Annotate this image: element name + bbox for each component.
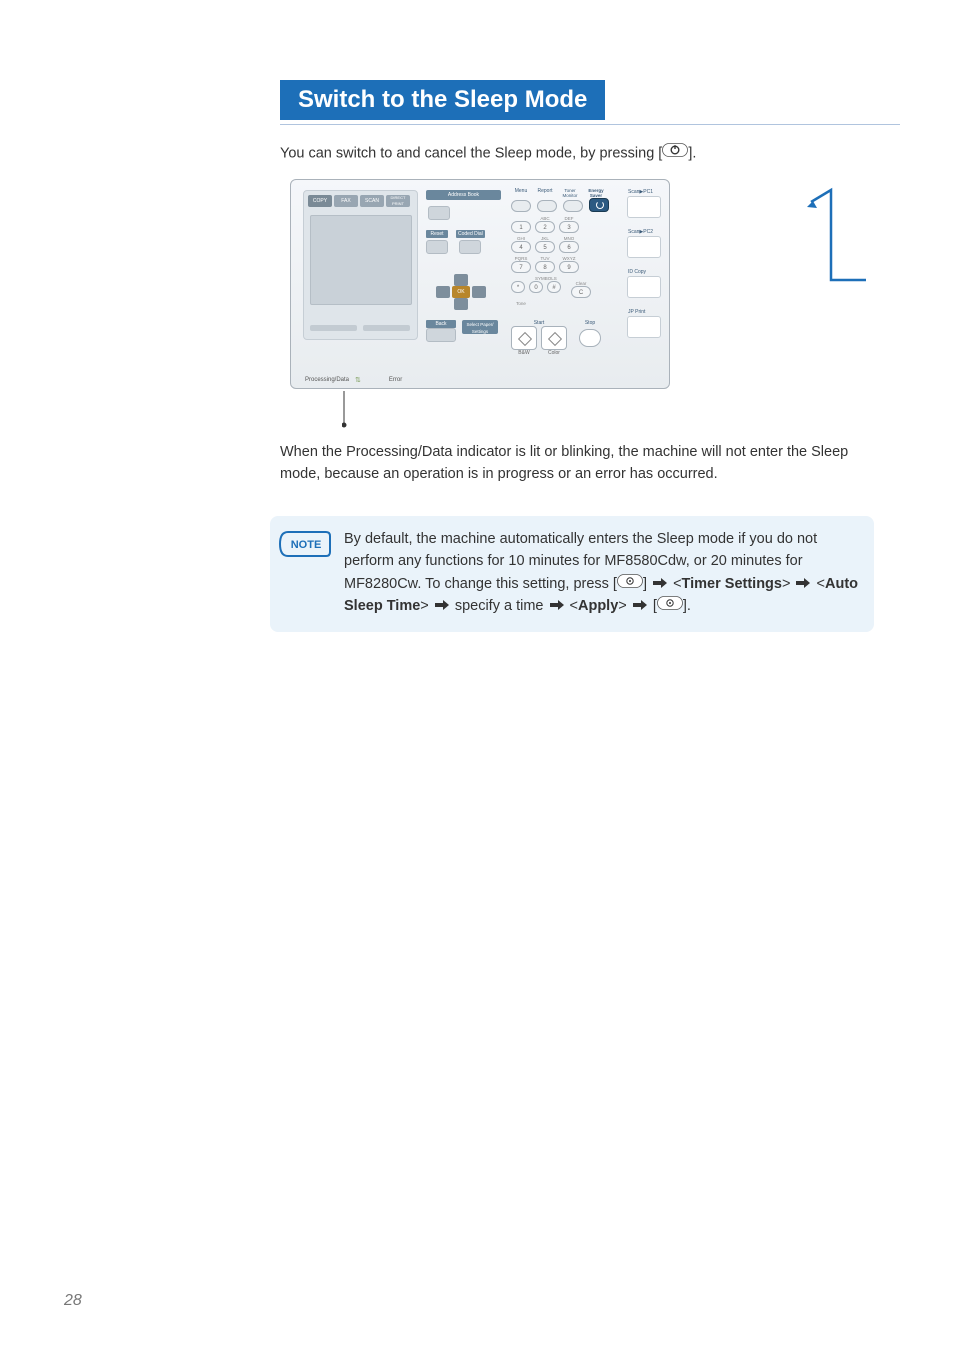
energy-saver-button xyxy=(589,198,609,212)
nav-ok: OK xyxy=(452,286,470,298)
heading-text: Switch to the Sleep Mode xyxy=(280,80,605,120)
angle-open: < xyxy=(570,598,578,614)
report-label: Report xyxy=(535,188,555,198)
coded-dial-label: Coded Dial xyxy=(456,230,485,238)
nav-down xyxy=(454,298,468,310)
panel-tab-scan: SCAN xyxy=(360,195,384,207)
report-button xyxy=(537,200,557,212)
clear-button: C xyxy=(571,286,591,298)
apply: Apply xyxy=(578,598,618,614)
note-badge: NOTE xyxy=(278,530,328,558)
angle-open: < xyxy=(817,576,825,592)
page-number: 28 xyxy=(64,1292,82,1310)
panel-tab-fax: FAX xyxy=(334,195,358,207)
panel-tab-copy: COPY xyxy=(308,195,332,207)
nav-up xyxy=(454,274,468,286)
toner-label: Toner Monitor xyxy=(559,188,581,198)
panel-tab-direct: DIRECT PRINT xyxy=(386,195,410,207)
arrow-icon xyxy=(653,573,667,595)
error-label: Error xyxy=(389,377,402,383)
note-text: By default, the machine automatically en… xyxy=(344,528,858,618)
energy-label: Energy Saver xyxy=(585,188,607,198)
arrow-icon xyxy=(435,595,449,617)
select-paper-label: Select Paper/ Settings xyxy=(462,320,498,334)
address-book-button xyxy=(428,206,450,220)
reset-button xyxy=(426,240,448,254)
stop-button xyxy=(579,329,601,347)
timer-settings: Timer Settings xyxy=(682,576,782,592)
angle-close: > xyxy=(420,598,433,614)
heading-underline xyxy=(280,124,900,125)
tone-label: Tone xyxy=(511,301,531,306)
section-heading: Switch to the Sleep Mode xyxy=(280,80,854,120)
back-button xyxy=(426,328,456,342)
idcopy-button: ID Copy xyxy=(627,276,661,298)
bracket: ] xyxy=(643,576,651,592)
scan-pc1-button: Scan▶PC1 xyxy=(627,196,661,218)
intro-post: ]. xyxy=(688,146,696,162)
arrow-icon xyxy=(796,573,810,595)
menu-label: Menu xyxy=(511,188,531,198)
leader-line-icon xyxy=(342,391,854,434)
scan-pc2-button: Scan▶PC2 xyxy=(627,236,661,258)
indicator-caption: When the Processing/Data indicator is li… xyxy=(280,442,854,486)
angle-close: > xyxy=(782,576,795,592)
specify-time: specify a time xyxy=(451,598,548,614)
start-bw-button xyxy=(511,326,537,350)
nav-right xyxy=(472,286,486,298)
address-book-label: Address Book xyxy=(426,190,501,200)
energy-saver-key-icon xyxy=(662,143,688,165)
toner-button xyxy=(563,200,583,212)
menu-key-icon xyxy=(617,573,643,595)
intro-pre: You can switch to and cancel the Sleep m… xyxy=(280,146,662,162)
note-badge-text: NOTE xyxy=(291,539,322,551)
bracket-close: ]. xyxy=(683,598,691,614)
note-box: NOTE By default, the machine automatical… xyxy=(270,516,874,632)
start-color-button xyxy=(541,326,567,350)
numpad: ABCDEF 123 GHIJKLMNO 456 PQRSTUVWXYZ 789… xyxy=(511,216,591,306)
angle-close: > xyxy=(618,598,631,614)
control-panel-illustration: COPY FAX SCAN DIRECT PRINT Address Book … xyxy=(290,179,854,389)
back-label: Back xyxy=(426,320,456,328)
coded-dial-button xyxy=(459,240,481,254)
arrow-icon xyxy=(550,595,564,617)
processing-data-label: Processing/Data xyxy=(305,377,349,383)
stop-label: Stop xyxy=(579,320,601,326)
arrow-icon xyxy=(633,595,647,617)
angle-open: < xyxy=(673,576,681,592)
menu-key-icon xyxy=(657,595,683,617)
menu-button xyxy=(511,200,531,212)
intro-paragraph: You can switch to and cancel the Sleep m… xyxy=(280,143,854,165)
callout-arrow xyxy=(811,190,871,312)
jpprint-button: JP Print xyxy=(627,316,661,338)
panel-lcd xyxy=(310,215,412,305)
nav-left xyxy=(436,286,450,298)
reset-label: Reset xyxy=(426,230,448,238)
